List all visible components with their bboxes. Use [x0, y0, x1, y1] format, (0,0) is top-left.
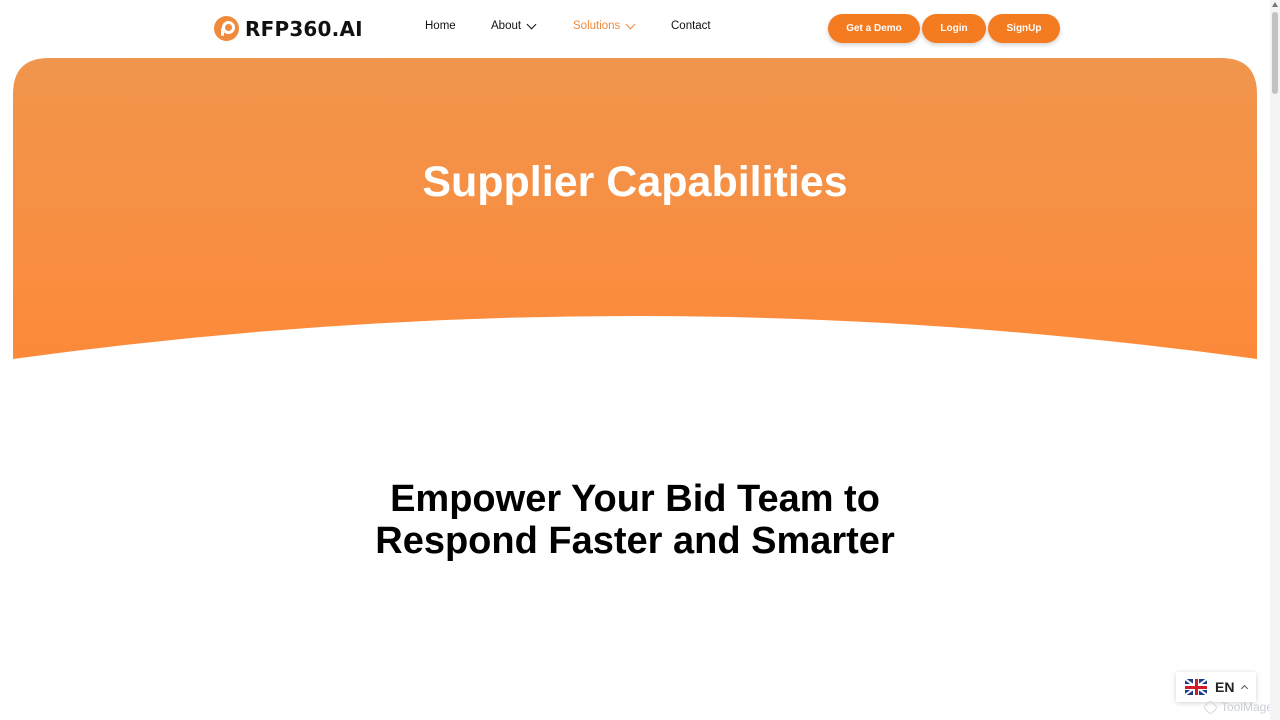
nav-home[interactable]: Home: [425, 20, 456, 32]
chevron-down-icon: [625, 19, 636, 29]
headline-line-1: Empower Your Bid Team to: [390, 478, 880, 520]
hero-banner: Supplier Capabilities: [13, 58, 1257, 360]
rfp360-logo-icon: [214, 16, 239, 41]
chevron-up-icon: [1241, 684, 1249, 693]
page-title: Supplier Capabilities: [422, 158, 848, 206]
nav-contact[interactable]: Contact: [671, 20, 711, 32]
signup-button[interactable]: SignUp: [988, 14, 1060, 43]
nav-about-label: About: [491, 20, 522, 32]
login-button[interactable]: Login: [922, 14, 986, 43]
brand-logo[interactable]: RFP360.AI: [214, 16, 363, 41]
nav-solutions-label: Solutions: [573, 20, 621, 32]
page-scrollbar[interactable]: [1270, 0, 1280, 720]
watermark-icon: [1203, 699, 1218, 715]
language-selector[interactable]: EN: [1176, 672, 1256, 702]
scrollbar-thumb[interactable]: [1272, 12, 1278, 94]
nav-contact-label: Contact: [671, 20, 711, 32]
nav-about[interactable]: About: [491, 19, 537, 32]
nav-solutions[interactable]: Solutions: [573, 19, 636, 32]
top-navbar: RFP360.AI Home About Solutions Contact G…: [0, 0, 1270, 58]
hero-background: [13, 58, 1257, 359]
section-headline: Empower Your Bid Team to Respond Faster …: [0, 478, 1270, 562]
brand-name: RFP360.AI: [245, 16, 363, 41]
watermark-text: ToolMage: [1221, 700, 1274, 714]
headline-line-2: Respond Faster and Smarter: [375, 520, 895, 562]
get-demo-button[interactable]: Get a Demo: [828, 14, 920, 43]
uk-flag-icon: [1185, 679, 1207, 695]
scroll-up-arrow-icon[interactable]: [1272, 2, 1278, 7]
chevron-down-icon: [526, 19, 537, 29]
language-code: EN: [1215, 679, 1235, 695]
watermark: ToolMage: [1203, 699, 1274, 715]
nav-actions: Get a Demo Login SignUp: [828, 14, 1060, 43]
nav-home-label: Home: [425, 20, 456, 32]
